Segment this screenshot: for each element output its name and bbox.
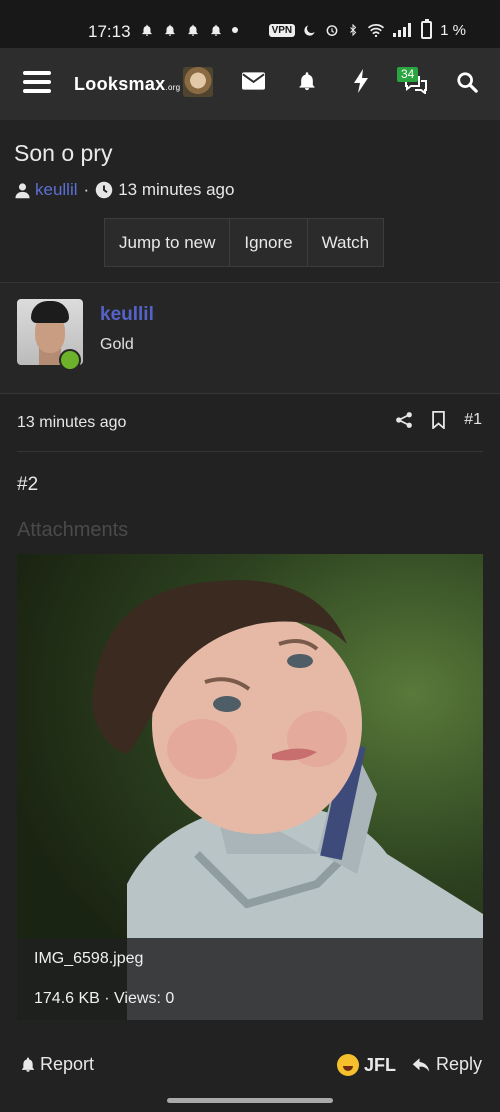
post-time[interactable]: 13 minutes ago bbox=[17, 414, 126, 432]
system-navigation bbox=[0, 1090, 500, 1112]
report-label: Report bbox=[40, 1054, 95, 1074]
dot-icon bbox=[232, 27, 238, 33]
laughing-crying-emoji-icon bbox=[337, 1054, 359, 1076]
status-right: VPN 1 % bbox=[268, 19, 466, 39]
ignore-button[interactable]: Ignore bbox=[230, 219, 308, 266]
meta-separator: · bbox=[83, 180, 90, 199]
thread-time: 13 minutes ago bbox=[118, 180, 235, 199]
signal-icon bbox=[393, 23, 412, 37]
reply-button[interactable]: Reply bbox=[412, 1054, 482, 1075]
bell-icon bbox=[22, 1057, 34, 1072]
bell-icon bbox=[165, 24, 175, 36]
thread-author-link[interactable]: keullil bbox=[35, 180, 78, 200]
online-status-icon bbox=[59, 349, 81, 371]
conversations-count-badge: 34 bbox=[397, 67, 419, 82]
battery-level: 1 % bbox=[440, 21, 466, 39]
share-icon[interactable] bbox=[395, 411, 413, 429]
user-rank: Gold bbox=[100, 336, 134, 353]
attachment-thumbnail[interactable]: IMG_6598.jpeg 174.6 KB · Views: 0 bbox=[17, 554, 483, 1020]
thread-title: Son o pry bbox=[14, 140, 113, 166]
logo-text-rest: oksmax bbox=[96, 74, 166, 94]
status-bar: 17:13 VPN 1 % bbox=[0, 0, 500, 48]
attachment-meta: 174.6 KB · Views: 0 bbox=[34, 990, 175, 1007]
lightning-icon[interactable] bbox=[353, 69, 369, 93]
site-logo[interactable]: Looksmax.org bbox=[74, 74, 180, 95]
status-notifications bbox=[140, 23, 238, 37]
thread-header: Son o pry keullil · 13 minutes ago Jump … bbox=[0, 120, 500, 282]
logo-suffix: .org bbox=[165, 83, 181, 92]
reply-arrow-icon bbox=[412, 1057, 430, 1072]
attachment-caption: IMG_6598.jpeg 174.6 KB · Views: 0 bbox=[17, 938, 483, 1020]
wifi-icon bbox=[368, 24, 385, 37]
alarm-icon bbox=[326, 25, 338, 36]
status-time: 17:13 bbox=[88, 22, 131, 41]
user-icon bbox=[15, 182, 30, 198]
thread-action-buttons: Jump to new Ignore Watch bbox=[104, 218, 385, 267]
thread-meta: keullil · 13 minutes ago bbox=[14, 180, 234, 200]
moon-icon bbox=[304, 25, 315, 36]
attachments-heading: Attachments bbox=[17, 519, 129, 541]
logo-text-main: Lo bbox=[74, 74, 97, 94]
reply-label: Reply bbox=[435, 1054, 482, 1074]
menu-icon[interactable] bbox=[23, 71, 51, 98]
bell-icon bbox=[188, 24, 198, 36]
post: 13 minutes ago #1 #2 Attachments IMG_659… bbox=[0, 394, 500, 1090]
report-button[interactable]: Report bbox=[20, 1054, 94, 1075]
account-avatar[interactable] bbox=[183, 67, 213, 97]
post-number-link[interactable]: #1 bbox=[464, 411, 482, 429]
bell-icon[interactable] bbox=[297, 70, 317, 92]
jfl-reaction-button[interactable]: JFL bbox=[337, 1054, 396, 1076]
jump-to-new-button[interactable]: Jump to new bbox=[105, 219, 231, 266]
jfl-label: JFL bbox=[364, 1054, 397, 1075]
search-icon[interactable] bbox=[456, 71, 478, 93]
bookmark-icon[interactable] bbox=[431, 411, 446, 429]
post-footer: Report JFL Reply bbox=[0, 1048, 500, 1084]
gesture-handle[interactable] bbox=[167, 1098, 333, 1103]
watch-button[interactable]: Watch bbox=[307, 219, 384, 266]
attachment-filename[interactable]: IMG_6598.jpeg bbox=[34, 950, 143, 968]
bell-icon bbox=[142, 24, 152, 36]
bell-icon bbox=[211, 24, 221, 36]
post-actions: #1 bbox=[395, 411, 482, 429]
vpn-badge: VPN bbox=[268, 23, 296, 37]
battery-icon bbox=[421, 19, 433, 39]
clock-icon bbox=[95, 181, 113, 199]
envelope-icon[interactable] bbox=[242, 72, 265, 90]
post-user-block: keullil Gold bbox=[0, 283, 500, 393]
site-navbar: Looksmax.org 34 bbox=[0, 48, 500, 120]
post-body: #2 bbox=[17, 474, 39, 495]
divider bbox=[17, 451, 483, 452]
bluetooth-icon bbox=[350, 23, 357, 37]
post-username-link[interactable]: keullil bbox=[100, 304, 154, 326]
